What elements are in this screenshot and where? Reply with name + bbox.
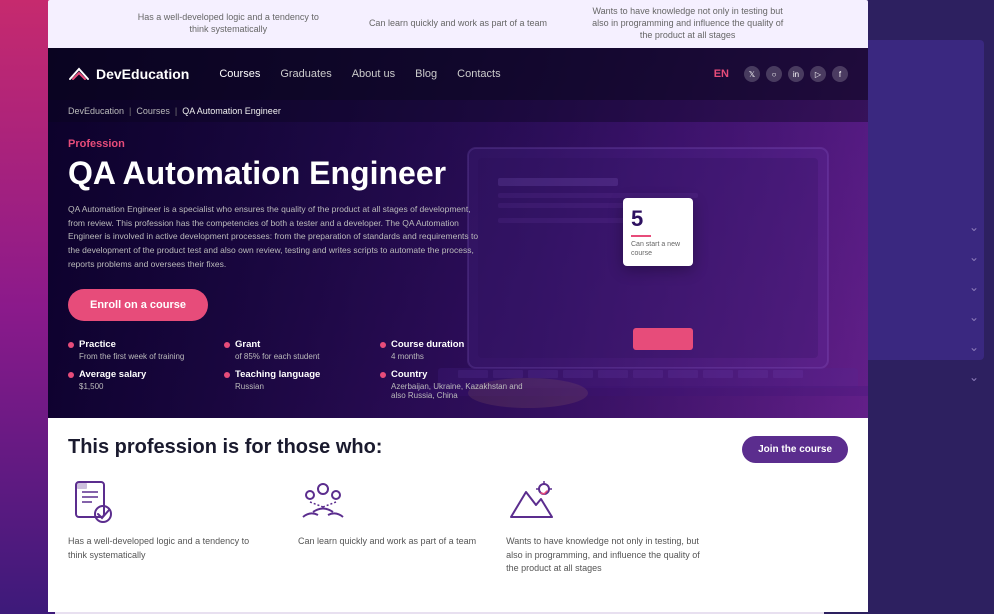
logo-text: DevEducation — [96, 66, 189, 82]
language-selector[interactable]: EN — [714, 68, 729, 80]
feature-text-mountain: Wants to have knowledge not only in test… — [506, 535, 706, 576]
breadcrumb: DevEducation | Courses | QA Automation E… — [48, 100, 868, 122]
stat-label-language: Teaching language — [235, 369, 320, 380]
feature-card-team: Can learn quickly and work as part of a … — [298, 477, 476, 576]
hero-title: QA Automation Engineer — [68, 156, 848, 191]
top-strip-item-2: Can learn quickly and work as part of a … — [369, 18, 547, 30]
stats-grid: Practice From the first week of training… — [48, 321, 548, 412]
stat-value-language: Russian — [224, 382, 372, 391]
stat-duration: Course duration 4 months — [380, 339, 528, 361]
stat-practice: Practice From the first week of training — [68, 339, 216, 361]
chevron-down-icon-4[interactable]: ⌄ — [969, 310, 979, 324]
feature-cards-row: Has a well-developed logic and a tendenc… — [68, 477, 848, 576]
checklist-icon — [68, 477, 118, 527]
hero-content: Profession QA Automation Engineer QA Aut… — [48, 122, 868, 321]
nav-contacts[interactable]: Contacts — [457, 68, 500, 80]
nav-links: Courses Graduates About us Blog Contacts — [219, 68, 698, 80]
stat-value-grant: of 85% for each student — [224, 352, 372, 361]
nav-graduates[interactable]: Graduates — [280, 68, 331, 80]
stat-label-practice: Practice — [79, 339, 116, 350]
chevron-down-icon-6[interactable]: ⌄ — [969, 370, 979, 384]
linkedin-icon[interactable]: in — [788, 66, 804, 82]
stat-salary: Average salary $1,500 — [68, 369, 216, 400]
facebook-icon[interactable]: f — [832, 66, 848, 82]
stat-label-country: Country — [391, 369, 427, 380]
mountain-icon — [506, 477, 556, 527]
nav-about[interactable]: About us — [352, 68, 395, 80]
bullet-icon — [68, 342, 74, 348]
breadcrumb-courses[interactable]: Courses — [136, 106, 170, 116]
chevron-down-icon-3[interactable]: ⌄ — [969, 280, 979, 294]
breadcrumb-current: QA Automation Engineer — [182, 106, 281, 116]
team-icon — [298, 477, 348, 527]
chevron-down-icon-5[interactable]: ⌄ — [969, 340, 979, 354]
stat-country: Country Azerbaijan, Ukraine, Kazakhstan … — [380, 369, 528, 400]
nav-blog[interactable]: Blog — [415, 68, 437, 80]
breadcrumb-home[interactable]: DevEducation — [68, 106, 124, 116]
profession-label: Profession — [68, 138, 848, 150]
bullet-icon-2 — [224, 342, 230, 348]
youtube-icon[interactable]: ▷ — [810, 66, 826, 82]
chevron-down-icon-2[interactable]: ⌄ — [969, 250, 979, 264]
stat-language: Teaching language Russian — [224, 369, 372, 400]
feature-text-logic: Has a well-developed logic and a tendenc… — [68, 535, 268, 562]
twitter-icon[interactable]: 𝕏 — [744, 66, 760, 82]
top-strip: Has a well-developed logic and a tendenc… — [48, 0, 868, 48]
top-strip-item-1: Has a well-developed logic and a tendenc… — [128, 12, 328, 35]
stat-value-practice: From the first week of training — [68, 352, 216, 361]
section-title: This profession is for those who: — [68, 436, 568, 459]
breadcrumb-sep-2: | — [175, 106, 177, 116]
stat-value-duration: 4 months — [380, 352, 528, 361]
right-sidebar: ⌄ ⌄ ⌄ ⌄ ⌄ ⌄ — [969, 220, 979, 384]
bottom-section: Join the course This profession is for t… — [48, 418, 868, 612]
stat-label-salary: Average salary — [79, 369, 146, 380]
instagram-icon[interactable]: ○ — [766, 66, 782, 82]
nav-courses[interactable]: Courses — [219, 68, 260, 80]
hero-description: QA Automation Engineer is a specialist w… — [68, 203, 488, 271]
join-course-button[interactable]: Join the course — [742, 436, 848, 463]
feature-card-mountain: Wants to have knowledge not only in test… — [506, 477, 706, 576]
top-strip-item-3: Wants to have knowledge not only in test… — [588, 6, 788, 41]
navbar: DevEducation Courses Graduates About us … — [48, 48, 868, 100]
stat-grant: Grant of 85% for each student — [224, 339, 372, 361]
social-links: 𝕏 ○ in ▷ f — [744, 66, 848, 82]
enroll-button[interactable]: Enroll on a course — [68, 289, 208, 321]
logo[interactable]: DevEducation — [68, 65, 189, 83]
main-container: Has a well-developed logic and a tendenc… — [48, 0, 868, 614]
bullet-icon-6 — [380, 372, 386, 378]
feature-card-logic: Has a well-developed logic and a tendenc… — [68, 477, 268, 576]
feature-text-team: Can learn quickly and work as part of a … — [298, 535, 476, 549]
stat-value-salary: $1,500 — [68, 382, 216, 391]
left-background — [0, 0, 55, 614]
hero-section: 5 Can start a new course DevEducation Co… — [48, 48, 868, 418]
logo-icon — [68, 65, 90, 83]
breadcrumb-sep-1: | — [129, 106, 131, 116]
bullet-icon-3 — [380, 342, 386, 348]
stat-value-country: Azerbaijan, Ukraine, Kazakhstan and also… — [380, 382, 528, 400]
bullet-icon-5 — [224, 372, 230, 378]
bullet-icon-4 — [68, 372, 74, 378]
chevron-down-icon-1[interactable]: ⌄ — [969, 220, 979, 234]
card-action-button[interactable] — [633, 328, 693, 350]
stat-label-grant: Grant — [235, 339, 260, 350]
stat-label-duration: Course duration — [391, 339, 464, 350]
